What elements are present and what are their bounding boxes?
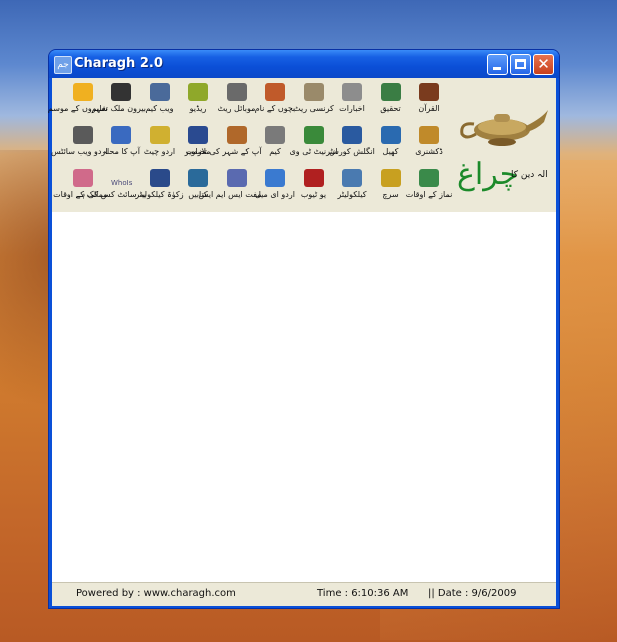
webcam-icon — [149, 83, 170, 101]
date-readout: || Date : 9/6/2009 — [428, 588, 517, 599]
toolbar-item-label: شہروں کے موسم — [47, 104, 108, 113]
english-course-icon — [342, 126, 362, 144]
powered-by-text[interactable]: Powered by : www.charagh.com — [76, 588, 236, 599]
toolbar-item-label: اردو ویب سائٹس — [50, 147, 108, 156]
email-icon — [265, 169, 285, 187]
minimize-button[interactable] — [487, 54, 508, 75]
urdu-websites-icon — [72, 126, 93, 144]
youtube-icon — [303, 169, 324, 187]
jobs-icon — [188, 126, 208, 144]
zakat-icon — [149, 169, 170, 187]
minimize-icon — [493, 67, 501, 70]
app-window: جم Charagh 2.0 ✕ القرآن تحقیق اخبارات کرنسی… — [47, 50, 559, 608]
search-icon — [380, 169, 401, 187]
sms-icon — [226, 169, 247, 187]
logo-subtitle: الہ دین کا — [511, 170, 548, 180]
quran-icon — [419, 83, 439, 101]
title-bar[interactable]: جم Charagh 2.0 ✕ — [49, 50, 559, 78]
internet-tv-icon — [303, 126, 324, 144]
city-photos-icon — [226, 126, 247, 144]
world-time-icon — [72, 169, 93, 187]
close-button[interactable]: ✕ — [533, 54, 554, 75]
radio-icon — [188, 83, 208, 101]
newspaper-icon — [342, 83, 362, 101]
dictionary-icon — [419, 126, 439, 144]
logo-title: چراغ — [457, 157, 519, 192]
client-area: القرآن تحقیق اخبارات کرنسی ریٹ بچوں کے نام مو… — [47, 78, 556, 606]
app-icon[interactable]: جم — [54, 56, 72, 74]
books-icon — [188, 169, 208, 187]
window-title: Charagh 2.0 — [74, 56, 163, 71]
currency-icon — [303, 83, 324, 101]
car-icon — [265, 126, 285, 144]
time-readout: Time : 6:10:36 AM — [317, 588, 409, 599]
toolbar-item-weather[interactable]: شہروں کے موسم — [47, 83, 108, 121]
mobile-rate-icon — [226, 83, 247, 101]
kids-names-icon — [265, 83, 285, 101]
toolbar-item-world-time[interactable]: ممالک کے اوقات — [53, 169, 108, 207]
close-icon: ✕ — [537, 55, 550, 73]
magic-lamp-icon — [460, 110, 548, 146]
study-abroad-icon — [111, 83, 131, 101]
icon-toolbar: القرآن تحقیق اخبارات کرنسی ریٹ بچوں کے نام مو… — [47, 78, 556, 212]
urdu-chat-icon — [149, 126, 170, 144]
maximize-button[interactable] — [510, 54, 531, 75]
whois-icon: WhoIs — [111, 179, 133, 187]
toolbar-item-label: ممالک کے اوقات — [53, 190, 108, 199]
maximize-icon — [515, 59, 526, 69]
games-icon — [380, 126, 401, 144]
toolbar-item-urdu-websites[interactable]: اردو ویب سائٹس — [50, 126, 108, 164]
calculator-icon — [342, 169, 362, 187]
neighborhood-icon — [111, 126, 131, 144]
status-bar: Powered by : www.charagh.com Time : 6:10… — [52, 582, 556, 606]
weather-icon — [72, 83, 93, 101]
research-icon — [380, 83, 401, 101]
prayer-times-icon — [419, 169, 439, 187]
